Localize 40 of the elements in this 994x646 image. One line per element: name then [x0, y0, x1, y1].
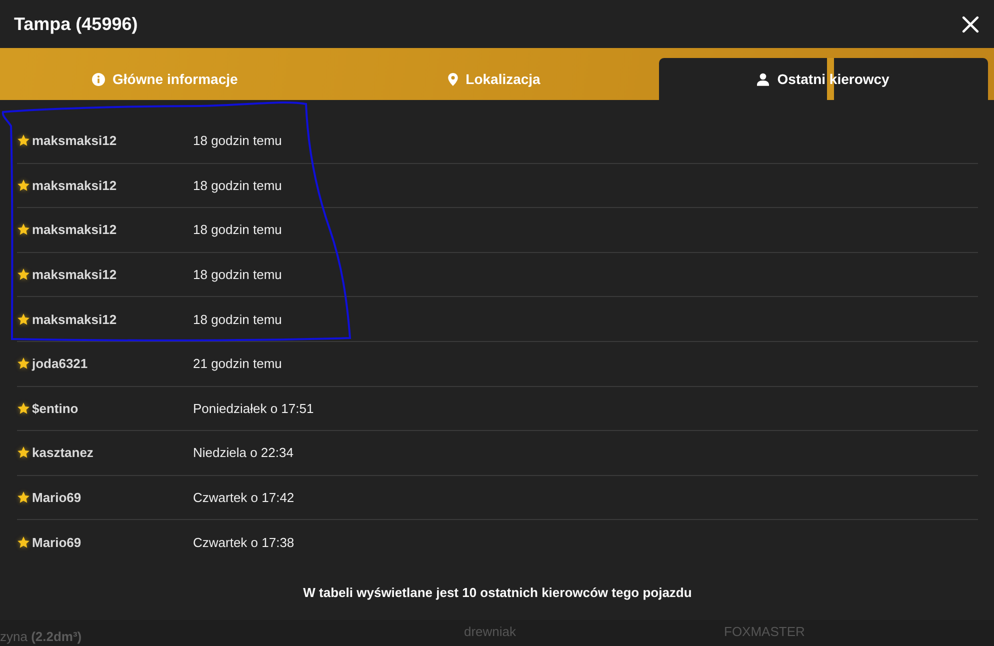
last-driven-time: Niedziela o 22:34	[193, 445, 294, 460]
driver-name: kasztanez	[32, 445, 94, 460]
last-driven-time: Czwartek o 17:38	[193, 535, 294, 550]
close-button[interactable]	[962, 16, 979, 32]
last-driven-time: 18 godzin temu	[193, 222, 282, 238]
modal-title: Tampa (45996)	[14, 14, 138, 34]
last-driven-time: Czwartek o 17:42	[193, 490, 294, 506]
star-icon	[17, 134, 30, 148]
star-icon	[17, 312, 30, 326]
driver-name: joda6321	[32, 356, 88, 372]
last-driven-time: 18 godzin temu	[193, 178, 282, 193]
tab[interactable]: Główne informacje	[0, 58, 330, 100]
star-icon	[17, 223, 30, 236]
close-icon	[962, 16, 979, 32]
tab[interactable]: Lokalizacja	[329, 58, 659, 100]
last-driven-time: Poniedziałek o 17:51	[193, 400, 314, 416]
driver-name: maksmaksi12	[32, 178, 117, 193]
star-icon	[17, 178, 30, 192]
driver-name: maksmaksi12	[32, 267, 117, 282]
dimmed-table-cell: zyna (2.2dm³)	[0, 629, 82, 645]
star-icon	[17, 446, 30, 460]
driver-name: Mario69	[32, 535, 82, 550]
last-driven-time: 18 godzin temu	[193, 267, 282, 282]
driver-name: Mario69	[32, 490, 82, 506]
info-icon	[92, 72, 105, 86]
driver-name: maksmaksi12	[32, 312, 117, 327]
star-icon	[17, 268, 30, 282]
driver-name: maksmaksi12	[32, 133, 117, 148]
user-icon	[757, 72, 770, 86]
star-icon	[17, 536, 30, 550]
last-driven-time: 18 godzin temu	[193, 312, 282, 327]
location-pin-icon	[448, 72, 458, 86]
driver-name: maksmaksi12	[32, 222, 117, 238]
star-icon	[17, 402, 30, 415]
star-icon	[17, 357, 30, 370]
driver-name: $entino	[32, 400, 78, 416]
star-icon	[17, 491, 30, 504]
table-note: W tabeli wyświetlane jest 10 ostatnich kierowców tego pojazdu	[303, 584, 692, 602]
last-driven-time: 18 godzin temu	[193, 133, 282, 148]
last-driven-time: 21 godzin temu	[193, 356, 282, 372]
